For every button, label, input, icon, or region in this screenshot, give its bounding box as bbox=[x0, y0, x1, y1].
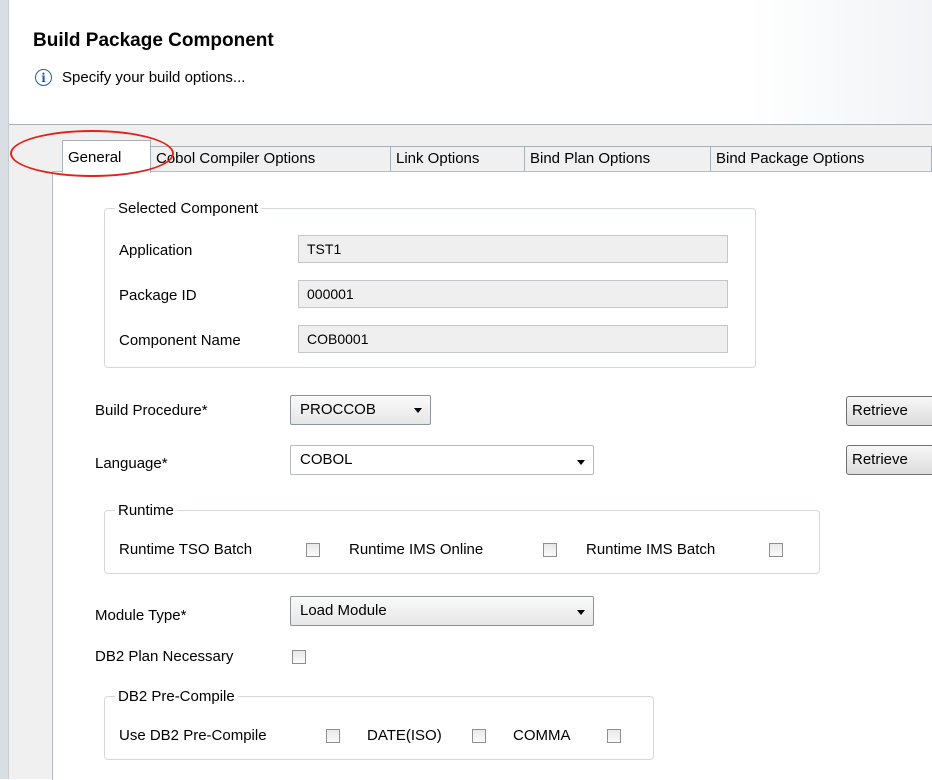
retrieve-label: Retrieve bbox=[852, 451, 908, 468]
tab-label: Link Options bbox=[396, 150, 480, 167]
application-field[interactable]: TST1 bbox=[298, 235, 728, 263]
runtime-ims-batch-label: Runtime IMS Batch bbox=[586, 541, 716, 558]
info-icon: i bbox=[35, 69, 52, 86]
tab-link-options[interactable]: Link Options bbox=[390, 146, 525, 172]
language-combo[interactable]: COBOL bbox=[290, 445, 594, 475]
tab-bind-package-options[interactable]: Bind Package Options bbox=[710, 146, 932, 172]
chevron-down-icon bbox=[414, 408, 422, 413]
tab-label: Bind Plan Options bbox=[530, 150, 651, 167]
module-type-value: Load Module bbox=[300, 602, 387, 619]
date-iso-label: DATE(ISO) bbox=[367, 727, 442, 744]
dialog-title: Build Package Component bbox=[33, 30, 274, 51]
db2-plan-necessary-label: DB2 Plan Necessary bbox=[95, 648, 234, 665]
date-iso-checkbox[interactable] bbox=[472, 729, 486, 743]
use-db2-precompile-label: Use DB2 Pre-Compile bbox=[119, 727, 267, 744]
retrieve-label: Retrieve bbox=[852, 402, 908, 419]
selected-component-legend: Selected Component bbox=[118, 200, 259, 217]
db2-precompile-legend: DB2 Pre-Compile bbox=[118, 688, 235, 705]
module-type-combo[interactable]: Load Module bbox=[290, 596, 594, 626]
comma-checkbox[interactable] bbox=[607, 729, 621, 743]
dialog-subtitle: Specify your build options... bbox=[62, 69, 246, 86]
window-left-edge bbox=[0, 0, 8, 779]
tab-cobol-compiler-options[interactable]: Cobol Compiler Options bbox=[150, 146, 391, 172]
runtime-tso-batch-label: Runtime TSO Batch bbox=[119, 541, 253, 558]
package-id-label: Package ID bbox=[119, 287, 197, 304]
tab-label: General bbox=[68, 149, 122, 166]
component-name-field[interactable]: COB0001 bbox=[298, 325, 728, 353]
retrieve-language-button[interactable]: Retrieve bbox=[846, 445, 932, 475]
runtime-tso-batch-checkbox[interactable] bbox=[306, 543, 320, 557]
tab-bind-plan-options[interactable]: Bind Plan Options bbox=[524, 146, 711, 172]
db2-precompile-group: DB2 Pre-Compile bbox=[104, 688, 654, 760]
build-procedure-combo[interactable]: PROCCOB bbox=[290, 395, 431, 425]
build-procedure-label: Build Procedure* bbox=[95, 402, 208, 419]
package-id-field[interactable]: 000001 bbox=[298, 280, 728, 308]
build-procedure-value: PROCCOB bbox=[300, 401, 376, 418]
use-db2-precompile-checkbox[interactable] bbox=[326, 729, 340, 743]
runtime-ims-batch-checkbox[interactable] bbox=[769, 543, 783, 557]
language-value: COBOL bbox=[300, 451, 353, 468]
module-type-label: Module Type* bbox=[95, 607, 187, 624]
application-label: Application bbox=[119, 242, 193, 259]
chevron-down-icon bbox=[577, 610, 585, 615]
runtime-ims-online-label: Runtime IMS Online bbox=[349, 541, 484, 558]
runtime-ims-online-checkbox[interactable] bbox=[543, 543, 557, 557]
tab-label: Bind Package Options bbox=[716, 150, 865, 167]
retrieve-build-procedure-button[interactable]: Retrieve bbox=[846, 396, 932, 426]
component-name-label: Component Name bbox=[119, 332, 241, 349]
tab-label: Cobol Compiler Options bbox=[156, 150, 316, 167]
tab-general[interactable]: General bbox=[62, 140, 151, 173]
db2-plan-necessary-checkbox[interactable] bbox=[292, 650, 306, 664]
language-label: Language* bbox=[95, 455, 168, 472]
dialog-header bbox=[9, 0, 932, 124]
left-margin-strip bbox=[9, 125, 52, 779]
chevron-down-icon bbox=[577, 460, 585, 465]
runtime-legend: Runtime bbox=[118, 502, 174, 519]
runtime-group: Runtime bbox=[104, 502, 820, 574]
comma-label: COMMA bbox=[513, 727, 571, 744]
